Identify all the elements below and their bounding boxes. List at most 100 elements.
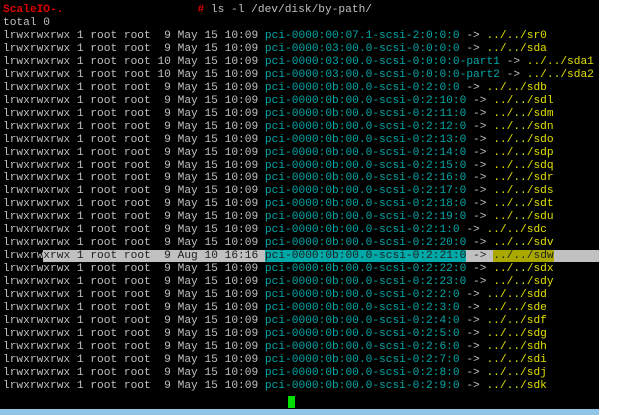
group: root <box>123 353 151 366</box>
link-count: 1 <box>76 353 84 366</box>
link-target: ../../sda1 <box>526 55 594 68</box>
permissions: lrwxrwxrwx <box>3 301 71 314</box>
permissions: lrwxrwxrwx <box>3 237 71 250</box>
link-count: 1 <box>76 172 84 185</box>
size: 9 <box>157 314 171 327</box>
size: 9 <box>157 185 171 198</box>
date: May 15 10:09 <box>177 185 259 198</box>
size: 10 <box>157 68 171 81</box>
size: 9 <box>157 81 171 94</box>
total-line: total 0 <box>3 17 50 29</box>
permissions: lrwxrwxrwx <box>3 276 71 289</box>
size: 9 <box>157 211 171 224</box>
link-count: 1 <box>76 263 84 276</box>
listing-row: lrwxrwxrwx 1 root root 9 May 15 10:09 pc… <box>3 314 547 327</box>
link-name: pci-0000:0b:00.0-scsi-0:2:3:0 <box>264 301 460 314</box>
owner: root <box>90 55 118 68</box>
link-count: 1 <box>76 185 84 198</box>
permissions: lrwxrwxrwx <box>3 133 71 146</box>
link-target: ../../sdw <box>493 250 554 263</box>
date: May 15 10:09 <box>177 107 259 120</box>
date: May 15 10:09 <box>177 120 259 133</box>
link-name: pci-0000:0b:00.0-scsi-0:2:23:0 <box>264 276 467 289</box>
link-target: ../../sdg <box>486 327 547 340</box>
permissions: lrwxrwxrwx <box>3 146 71 159</box>
perms-prefix: lrwxrw <box>3 250 44 263</box>
link-name: pci-0000:0b:00.0-scsi-0:2:9:0 <box>264 379 460 392</box>
link-target: ../../sdh <box>486 340 547 353</box>
link-count: 1 <box>76 237 84 250</box>
permissions: lrwxrwxrwx <box>3 107 71 120</box>
listing-row: lrwxrwxrwx 1 root root 9 May 15 10:09 pc… <box>3 379 547 392</box>
permissions: lrwxrwxrwx <box>3 314 71 327</box>
group: root <box>123 146 151 159</box>
owner: root <box>90 289 118 301</box>
link-name: pci-0000:0b:00.0-scsi-0:2:4:0 <box>264 314 460 327</box>
link-name: pci-0000:0b:00.0-scsi-0:2:8:0 <box>264 366 460 379</box>
group: root <box>123 301 151 314</box>
link-count: 1 <box>76 276 84 289</box>
owner: root <box>90 340 118 353</box>
link-count: 1 <box>76 30 84 42</box>
permissions: lrwxrwxrwx <box>3 30 71 42</box>
owner: root <box>90 379 118 392</box>
owner: root <box>90 353 118 366</box>
permissions: lrwxrwxrwx <box>3 198 71 211</box>
size: 9 <box>157 301 171 314</box>
listing-row: lrwxrwxrwx 1 root root 9 May 15 10:09 pc… <box>3 289 547 301</box>
permissions: lrwxrwxrwx <box>3 68 71 81</box>
link-name: pci-0000:0b:00.0-scsi-0:2:19:0 <box>264 211 467 224</box>
terminal-window[interactable]: ScaleIO-. # ls -l /dev/disk/by-path/ tota… <box>0 0 599 409</box>
owner: root <box>90 198 118 211</box>
date: May 15 10:09 <box>177 353 259 366</box>
link-target: ../../sdv <box>493 237 554 250</box>
date: May 15 10:09 <box>177 224 259 237</box>
link-target: ../../sde <box>486 301 547 314</box>
date: May 15 10:09 <box>177 55 259 68</box>
date: May 15 10:09 <box>177 340 259 353</box>
link-count: 1 <box>76 198 84 211</box>
listing-row: lrwxrwxrwx 1 root root 9 May 15 10:09 pc… <box>3 263 554 276</box>
date: Aug 10 16:16 <box>177 250 259 263</box>
link-name: pci-0000:03:00.0-scsi-0:0:0:0-part2 <box>264 68 500 81</box>
link-target: ../../sr0 <box>486 30 547 42</box>
owner: root <box>90 30 118 42</box>
link-count: 1 <box>76 94 84 107</box>
date: May 15 10:09 <box>177 94 259 107</box>
link-target: ../../sdd <box>486 289 547 301</box>
date: May 15 10:09 <box>177 237 259 250</box>
link-target: ../../sdx <box>493 263 554 276</box>
size: 9 <box>157 146 171 159</box>
group: root <box>123 263 151 276</box>
link-count: 1 <box>76 211 84 224</box>
link-name: pci-0000:0b:00.0-scsi-0:2:16:0 <box>264 172 467 185</box>
date: May 15 10:09 <box>177 42 259 55</box>
permissions: lrwxrwxrwx <box>3 263 71 276</box>
size: 9 <box>157 133 171 146</box>
owner: root <box>90 250 118 263</box>
owner: root <box>90 237 118 250</box>
link-target: ../../sdm <box>493 107 554 120</box>
permissions: lrwxrwxrwx <box>3 55 71 68</box>
owner: root <box>90 366 118 379</box>
date: May 15 10:09 <box>177 366 259 379</box>
link-count: 1 <box>76 379 84 392</box>
owner: root <box>90 185 118 198</box>
date: May 15 10:09 <box>177 198 259 211</box>
date: May 15 10:09 <box>177 146 259 159</box>
link-target: ../../sdq <box>493 159 554 172</box>
link-target: ../../sdi <box>486 353 547 366</box>
link-name: pci-0000:0b:00.0-scsi-0:2:5:0 <box>264 327 460 340</box>
owner: root <box>90 81 118 94</box>
listing-row: lrwxrwxrwx 1 root root 9 May 15 10:09 pc… <box>3 224 547 237</box>
size: 9 <box>157 263 171 276</box>
link-name: pci-0000:0b:00.0-scsi-0:2:12:0 <box>264 120 467 133</box>
group: root <box>123 172 151 185</box>
listing-row: lrwxrwxrwx 1 root root 9 May 15 10:09 pc… <box>3 81 547 94</box>
link-name: pci-0000:03:00.0-scsi-0:0:0:0-part1 <box>264 55 500 68</box>
link-name: pci-0000:0b:00.0-scsi-0:2:2:0 <box>264 289 460 301</box>
link-count: 1 <box>76 42 84 55</box>
listing-row: lrwxrwxrwx 1 root root 9 May 15 10:09 pc… <box>3 366 547 379</box>
size: 9 <box>157 366 171 379</box>
date: May 15 10:09 <box>177 81 259 94</box>
